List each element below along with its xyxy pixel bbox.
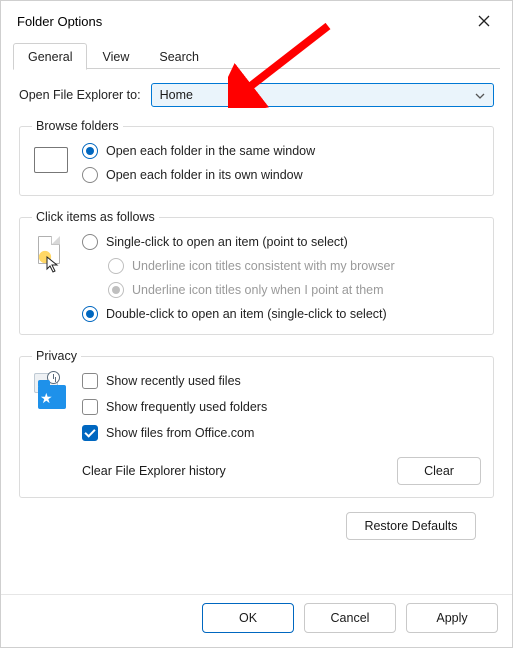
radio-icon: [108, 258, 124, 274]
radio-underline-browser: Underline icon titles consistent with my…: [108, 258, 395, 274]
clear-history-label: Clear File Explorer history: [82, 464, 226, 478]
radio-double-click-label: Double-click to open an item (single-cli…: [106, 307, 387, 321]
tab-general[interactable]: General: [13, 43, 87, 70]
clear-button[interactable]: Clear: [397, 457, 481, 485]
chevron-down-icon: [475, 88, 485, 102]
dialog-button-row: OK Cancel Apply: [1, 594, 512, 647]
click-items-group: Click items as follows Single-click to o…: [19, 210, 494, 335]
radio-icon: [82, 306, 98, 322]
titlebar: Folder Options: [1, 1, 512, 41]
radio-same-window[interactable]: Open each folder in the same window: [82, 143, 315, 159]
checkbox-icon: [82, 399, 98, 415]
clear-history-row: Clear File Explorer history Clear: [82, 457, 481, 485]
click-items-legend: Click items as follows: [32, 210, 159, 224]
checkbox-icon: [82, 373, 98, 389]
tab-view[interactable]: View: [87, 43, 144, 69]
close-button[interactable]: [466, 5, 502, 37]
open-explorer-value: Home: [160, 88, 193, 102]
privacy-legend: Privacy: [32, 349, 81, 363]
cancel-button[interactable]: Cancel: [304, 603, 396, 633]
radio-underline-point: Underline icon titles only when I point …: [108, 282, 395, 298]
folder-options-dialog: Folder Options General View Search Open …: [0, 0, 513, 648]
tab-panel-general: Open File Explorer to: Home Browse folde…: [1, 69, 512, 594]
browse-folders-legend: Browse folders: [32, 119, 123, 133]
open-explorer-row: Open File Explorer to: Home: [19, 83, 494, 107]
radio-single-click[interactable]: Single-click to open an item (point to s…: [82, 234, 395, 250]
open-explorer-label: Open File Explorer to:: [19, 88, 141, 102]
radio-own-window-label: Open each folder in its own window: [106, 168, 303, 182]
browse-folders-group: Browse folders Open each folder in the s…: [19, 119, 494, 196]
check-frequent-folders[interactable]: Show frequently used folders: [82, 399, 481, 415]
radio-underline-browser-label: Underline icon titles consistent with my…: [132, 259, 395, 273]
restore-row: Restore Defaults: [19, 512, 494, 550]
privacy-history-icon: ★: [34, 373, 68, 413]
radio-underline-point-label: Underline icon titles only when I point …: [132, 283, 384, 297]
check-recent-files[interactable]: Show recently used files: [82, 373, 481, 389]
window-icon: [34, 147, 68, 173]
document-cursor-icon: [36, 236, 66, 274]
radio-icon: [108, 282, 124, 298]
apply-button[interactable]: Apply: [406, 603, 498, 633]
window-title: Folder Options: [17, 14, 466, 29]
radio-icon: [82, 143, 98, 159]
check-recent-files-label: Show recently used files: [106, 374, 241, 388]
radio-single-click-label: Single-click to open an item (point to s…: [106, 235, 348, 249]
radio-own-window[interactable]: Open each folder in its own window: [82, 167, 315, 183]
tab-search[interactable]: Search: [144, 43, 214, 69]
check-frequent-folders-label: Show frequently used folders: [106, 400, 267, 414]
radio-icon: [82, 234, 98, 250]
restore-defaults-button[interactable]: Restore Defaults: [346, 512, 476, 540]
privacy-group: Privacy ★ Show recently used files Show: [19, 349, 494, 498]
ok-button[interactable]: OK: [202, 603, 294, 633]
open-explorer-select[interactable]: Home: [151, 83, 494, 107]
check-office-files[interactable]: Show files from Office.com: [82, 425, 481, 441]
radio-same-window-label: Open each folder in the same window: [106, 144, 315, 158]
checkbox-icon: [82, 425, 98, 441]
radio-icon: [82, 167, 98, 183]
tab-strip: General View Search: [1, 41, 512, 69]
radio-double-click[interactable]: Double-click to open an item (single-cli…: [82, 306, 395, 322]
close-icon: [478, 15, 490, 27]
check-office-files-label: Show files from Office.com: [106, 426, 254, 440]
